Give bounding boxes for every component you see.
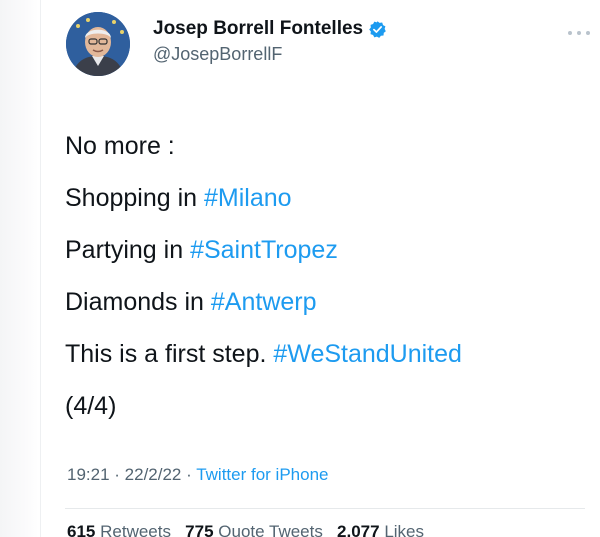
tweet-text: No more : Shopping in #Milano Partying i… [65, 120, 595, 432]
tweet-line: Diamonds in #Antwerp [65, 276, 595, 328]
meta-separator: · [109, 465, 125, 484]
tweet-stats: 615 Retweets 775 Quote Tweets 2,077 Like… [67, 522, 424, 537]
tweet-card[interactable]: Josep Borrell Fontelles @JosepBorrellF N… [41, 0, 600, 537]
tweet-time[interactable]: 19:21 [67, 465, 110, 484]
stats-divider [65, 508, 585, 509]
tweet-metadata: 19:21 · 22/2/22 · Twitter for iPhone [67, 465, 328, 485]
tweet-line: Shopping in #Milano [65, 172, 595, 224]
hashtag-link[interactable]: #Milano [204, 184, 292, 212]
more-options-icon[interactable] [568, 30, 590, 36]
tweet-line-text: Shopping in [65, 184, 205, 212]
quotes-count: 775 [185, 522, 214, 537]
likes-label: Likes [384, 522, 424, 537]
retweets-label: Retweets [100, 522, 171, 537]
hashtag-link[interactable]: #SaintTropez [190, 236, 338, 264]
tweet-line: Partying in #SaintTropez [65, 224, 595, 276]
tweet-line: (4/4) [65, 380, 595, 432]
tweet-line-text: Diamonds in [65, 288, 211, 316]
tweet-date[interactable]: 22/2/22 [125, 465, 182, 484]
quotes-stat[interactable]: 775 Quote Tweets [185, 522, 323, 537]
tweet-line-text: (4/4) [65, 392, 117, 420]
tweet-line: No more : [65, 120, 595, 172]
author-info[interactable]: Josep Borrell Fontelles @JosepBorrellF [153, 18, 387, 65]
hashtag-link[interactable]: #WeStandUnited [273, 340, 462, 368]
quotes-label: Quote Tweets [218, 522, 323, 537]
tweet-source-link[interactable]: Twitter for iPhone [196, 465, 328, 484]
author-display-name[interactable]: Josep Borrell Fontelles [153, 18, 363, 40]
retweets-stat[interactable]: 615 Retweets [67, 522, 171, 537]
author-name-row: Josep Borrell Fontelles [153, 18, 387, 40]
tweet-line-text: No more : [65, 132, 175, 160]
likes-stat[interactable]: 2,077 Likes [337, 522, 424, 537]
tweet-line: This is a first step. #WeStandUnited [65, 328, 595, 380]
tweet-line-text: This is a first step. [65, 340, 274, 368]
left-panel-edge [0, 0, 38, 537]
tweet-line-text: Partying in [65, 236, 191, 264]
meta-separator: · [181, 465, 197, 484]
avatar[interactable] [66, 12, 130, 76]
author-handle[interactable]: @JosepBorrellF [153, 44, 387, 65]
verified-badge-icon [368, 20, 387, 39]
likes-count: 2,077 [337, 522, 380, 537]
retweets-count: 615 [67, 522, 96, 537]
hashtag-link[interactable]: #Antwerp [211, 288, 317, 316]
